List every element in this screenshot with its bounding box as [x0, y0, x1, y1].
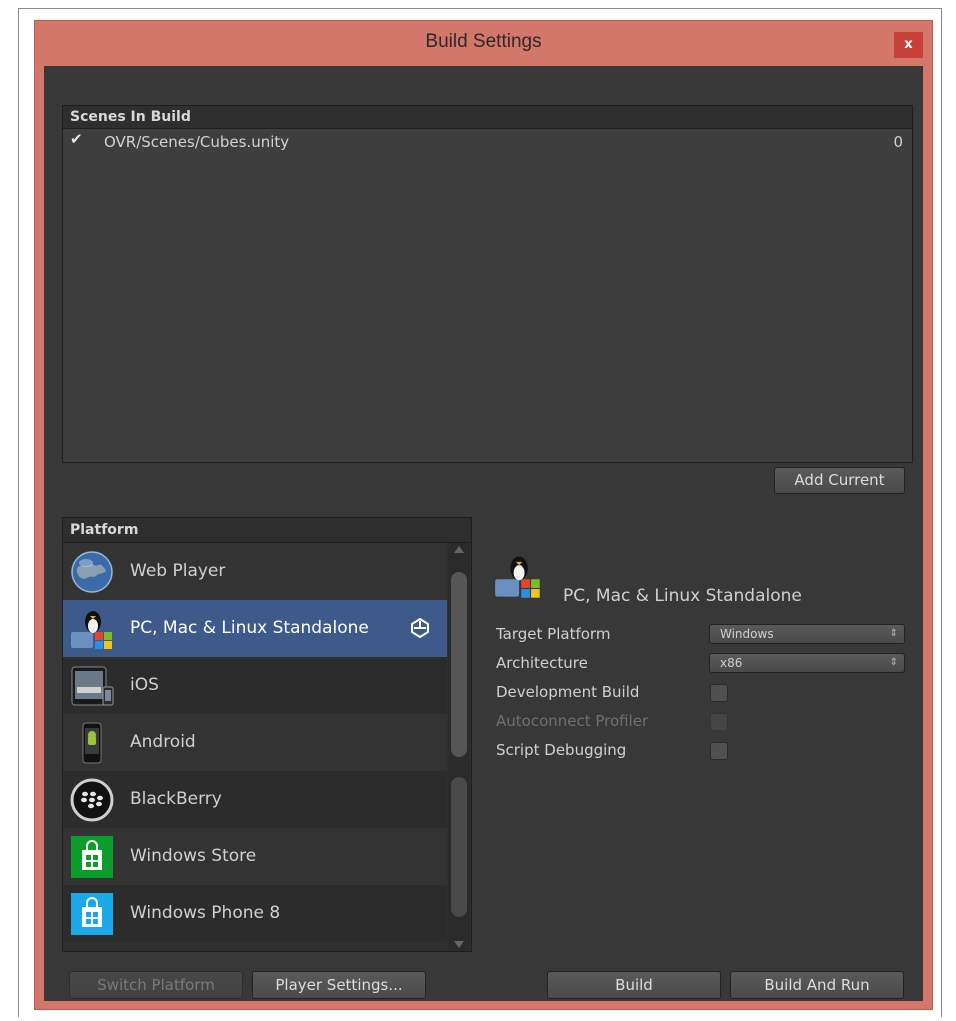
- standalone-icon: [495, 556, 540, 598]
- script-debugging-label: Script Debugging: [496, 741, 627, 759]
- platform-label: BlackBerry: [130, 789, 222, 809]
- target-platform-value: Windows: [720, 627, 774, 641]
- development-build-checkbox[interactable]: [710, 684, 728, 702]
- scenes-in-build-panel: Scenes In Build ✔ OVR/Scenes/Cubes.unity…: [62, 105, 913, 463]
- add-current-button[interactable]: Add Current: [774, 467, 905, 494]
- platform-label: Android: [130, 732, 196, 752]
- close-button[interactable]: x: [894, 32, 923, 58]
- platform-label: Windows Store: [130, 846, 257, 866]
- blackberry-icon: [70, 778, 114, 822]
- platform-item-ios[interactable]: iOS: [63, 657, 447, 714]
- unity-active-icon: [411, 618, 429, 638]
- player-settings-button[interactable]: Player Settings...: [252, 971, 426, 999]
- scene-row[interactable]: ✔ OVR/Scenes/Cubes.unity 0: [63, 129, 912, 155]
- platform-item-windows-store[interactable]: Windows Store: [63, 828, 447, 885]
- platform-label: Web Player: [130, 561, 226, 581]
- window-title: Build Settings: [425, 31, 542, 52]
- scene-name: OVR/Scenes/Cubes.unity: [104, 133, 290, 151]
- autoconnect-profiler-checkbox: [710, 713, 728, 731]
- scene-checkbox[interactable]: ✔: [70, 132, 84, 147]
- platform-panel: Platform Web Player PC, Mac & Linux Stan…: [62, 517, 472, 952]
- platform-item-blackberry[interactable]: BlackBerry: [63, 771, 447, 828]
- platform-item-windows-phone[interactable]: Windows Phone 8: [63, 885, 447, 942]
- window-content: Scenes In Build ✔ OVR/Scenes/Cubes.unity…: [44, 66, 923, 1001]
- platform-item-web-player[interactable]: Web Player: [63, 543, 447, 600]
- platform-label: Windows Phone 8: [130, 903, 281, 923]
- build-button[interactable]: Build: [547, 971, 721, 999]
- target-platform-label: Target Platform: [496, 625, 611, 643]
- scrollbar-track-lower[interactable]: [451, 777, 467, 917]
- platform-item-standalone[interactable]: PC, Mac & Linux Standalone: [63, 600, 447, 657]
- android-phone-icon: [82, 722, 102, 764]
- dropdown-arrows-icon: ⇕: [889, 657, 898, 668]
- architecture-dropdown[interactable]: x86 ⇕: [709, 653, 905, 673]
- architecture-value: x86: [720, 656, 743, 670]
- platform-scrollbar[interactable]: [448, 543, 470, 951]
- standalone-icon: [71, 611, 112, 649]
- autoconnect-profiler-label: Autoconnect Profiler: [496, 712, 649, 730]
- windows-store-icon: [71, 836, 113, 878]
- platform-label: PC, Mac & Linux Standalone: [130, 618, 369, 638]
- dropdown-arrows-icon: ⇕: [889, 628, 898, 639]
- platform-label: iOS: [130, 675, 159, 695]
- script-debugging-checkbox[interactable]: [710, 742, 728, 760]
- title-bar[interactable]: Build Settings x: [35, 21, 932, 67]
- globe-icon: [71, 551, 113, 593]
- build-settings-window: Build Settings x Scenes In Build ✔ OVR/S…: [34, 20, 933, 1010]
- scenes-header: Scenes In Build: [63, 106, 912, 129]
- platform-header: Platform: [63, 518, 471, 543]
- ios-device-icon: [71, 666, 114, 706]
- architecture-label: Architecture: [496, 654, 588, 672]
- switch-platform-button[interactable]: Switch Platform: [69, 971, 243, 999]
- development-build-label: Development Build: [496, 683, 640, 701]
- scene-index: 0: [893, 133, 903, 151]
- scrollbar-thumb[interactable]: [451, 572, 467, 757]
- target-platform-dropdown[interactable]: Windows ⇕: [709, 624, 905, 644]
- scroll-up-icon[interactable]: [454, 546, 464, 553]
- selected-platform-title: PC, Mac & Linux Standalone: [563, 586, 802, 606]
- scroll-down-icon[interactable]: [454, 941, 464, 948]
- windows-phone-icon: [71, 893, 113, 935]
- build-and-run-button[interactable]: Build And Run: [730, 971, 904, 999]
- platform-item-android[interactable]: Android: [63, 714, 447, 771]
